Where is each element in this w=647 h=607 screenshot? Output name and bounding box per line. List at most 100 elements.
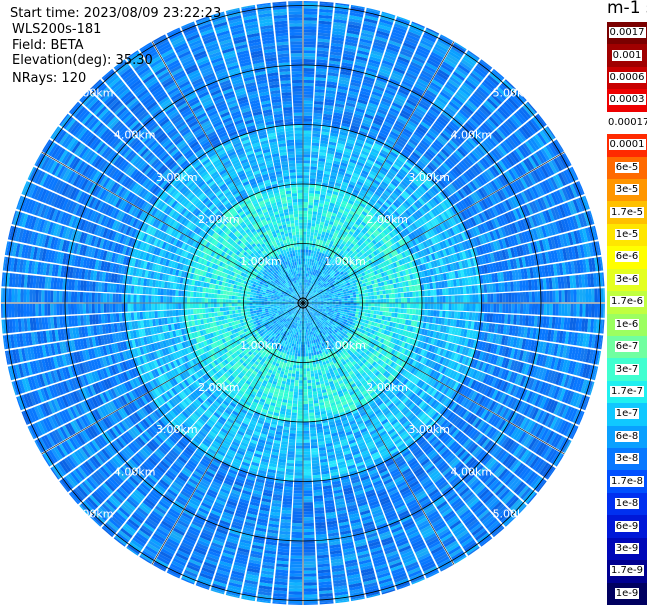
range-gate: [468, 285, 473, 294]
range-gate: [369, 313, 374, 318]
range-gate: [313, 235, 318, 239]
range-gate: [311, 139, 320, 144]
range-gate: [403, 308, 407, 314]
range-gate: [469, 303, 473, 312]
range-gate: [303, 109, 313, 113]
range-gate: [603, 303, 605, 318]
range-gate: [303, 169, 310, 173]
range-gate: [308, 196, 314, 200]
range-gate: [382, 294, 387, 299]
range-gate: [311, 145, 319, 150]
range-gate: [305, 273, 308, 277]
range-gate: [353, 305, 357, 309]
range-gate: [310, 253, 314, 257]
range-gate: [386, 303, 390, 308]
range-gate: [329, 298, 333, 301]
range-gate: [303, 8, 318, 12]
range-gate: [311, 262, 314, 266]
range-gate: [303, 178, 310, 182]
range-gate: [355, 291, 359, 295]
range-gate: [307, 258, 310, 262]
range-gate: [303, 100, 313, 104]
range-gate: [594, 303, 598, 318]
range-gate: [367, 313, 371, 318]
range-gate: [430, 289, 434, 296]
range-gate: [369, 288, 374, 293]
range-gate: [442, 310, 446, 318]
range-gate: [303, 118, 313, 122]
range-gate: [323, 300, 327, 302]
range-gate: [344, 298, 348, 301]
range-gate: [355, 308, 360, 312]
range-gate: [308, 267, 311, 271]
range-gate: [303, 94, 314, 98]
range-gate: [310, 157, 318, 161]
range-gate: [570, 303, 574, 317]
range-gate: [579, 303, 583, 317]
range-gate: [364, 309, 369, 314]
range-gate: [433, 303, 437, 310]
range-gate: [303, 243, 306, 247]
range-gate: [505, 303, 509, 314]
range-gate: [303, 145, 311, 149]
range-gate: [338, 304, 342, 307]
range-gate: [309, 187, 315, 191]
range-gate: [303, 186, 309, 191]
range-gate: [356, 305, 360, 309]
range-gate: [383, 298, 387, 303]
range-gate: [365, 303, 369, 307]
range-gate: [379, 307, 384, 312]
range-gate: [311, 142, 320, 147]
range-gate: [505, 292, 509, 303]
range-gate: [582, 303, 586, 317]
range-gate: [389, 303, 393, 308]
range-gate: [303, 246, 306, 250]
range-gate: [388, 293, 393, 299]
range-gate: [519, 303, 524, 314]
range-gate: [352, 294, 357, 298]
range-gate: [374, 299, 378, 303]
range-gate: [549, 303, 553, 316]
range-gate: [468, 312, 473, 321]
range-gate: [406, 292, 410, 298]
range-gate: [307, 216, 312, 221]
range-gate: [311, 220, 316, 224]
range-gate: [335, 1, 350, 4]
range-gate: [315, 254, 319, 258]
range-gate: [343, 311, 347, 315]
range-gate: [309, 237, 314, 242]
range-gate: [386, 298, 390, 303]
range-gate: [303, 282, 306, 286]
range-gate: [350, 305, 354, 309]
range-gate: [340, 292, 344, 295]
range-gate: [303, 258, 306, 262]
range-gate: [306, 234, 310, 238]
range-gate: [448, 311, 452, 319]
range-gate: [308, 264, 311, 269]
ppi-plot: 1.00km 1.00km1.00km 1.00km2.00km 2.00km2.00…: [1, 1, 605, 605]
range-gate: [573, 303, 577, 317]
range-gate: [306, 264, 309, 268]
range-gate: [303, 163, 310, 167]
range-gate: [303, 192, 309, 197]
range-gate: [409, 291, 413, 298]
range-gate: [350, 295, 354, 298]
range-gate: [303, 88, 314, 93]
range-gate: [341, 296, 345, 299]
range-gate: [397, 293, 402, 298]
range-gate: [400, 292, 404, 298]
range-gate: [303, 38, 317, 42]
range-gate: [409, 303, 414, 309]
range-gate: [348, 287, 352, 291]
range-gate: [522, 303, 527, 314]
range-gate: [415, 297, 420, 303]
range-gate: [303, 201, 308, 205]
range-gate: [308, 204, 313, 209]
range-gate: [309, 175, 316, 179]
range-gate: [484, 293, 488, 303]
range-gate: [466, 303, 470, 312]
range-gate: [392, 298, 396, 303]
range-gate: [415, 309, 419, 315]
range-gate: [303, 264, 305, 268]
range-gate: [391, 288, 395, 294]
